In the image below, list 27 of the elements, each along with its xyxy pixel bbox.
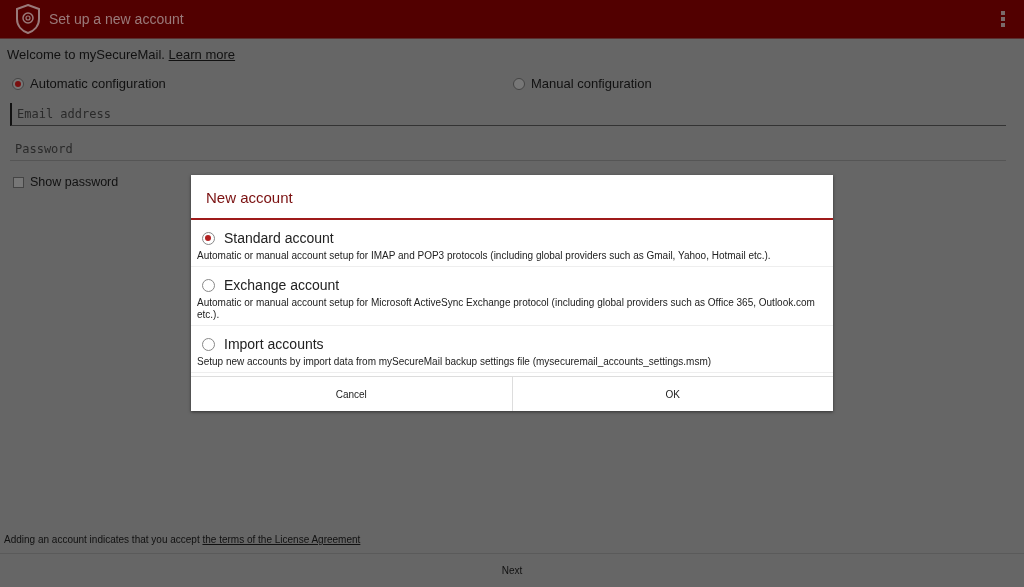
option-label: Import accounts [224,336,324,352]
license-link[interactable]: the terms of the License Agreement [202,534,361,545]
option-label: Exchange account [224,277,340,293]
radio-button[interactable] [513,77,525,90]
radio-button[interactable] [202,278,215,292]
overflow-menu-icon[interactable] [1000,11,1006,27]
license-text: Adding an account indicates that you accept the terms of the License Agreement [3,534,362,547]
radio-button[interactable] [202,337,215,351]
dialog-title: New account [191,175,833,220]
dialog-button[interactable]: OK [511,377,833,411]
input-field[interactable]: Email address [10,103,1006,126]
option-description: Automatic or manual account setup for IMAP and POP3 protocols (including global providers such as Gmail, Yahoo, Hotmail etc.). [197,250,772,262]
option-description: Setup new accounts by import data from mySecureMail backup settings file (mysecuremail_accounts_settings.msm) [197,356,713,368]
checkbox[interactable] [13,176,24,188]
option-label: Standard account [224,230,334,246]
checkbox-label: Show password [30,175,119,189]
option-label: Manual configuration [531,76,652,91]
shield-icon [15,4,41,34]
input-field[interactable]: Password [10,138,1006,161]
radio-button[interactable] [202,231,215,245]
option-description: Automatic or manual account setup for Microsoft ActiveSync Exchange protocol (including global providers such as Office 365, Outlook.com etc.). [197,297,816,321]
option-label: Automatic configuration [30,76,166,91]
app-title: Set up a new account [49,11,184,27]
learn-more-link[interactable]: Learn more [168,47,236,62]
dialog-button[interactable]: Cancel [191,377,512,411]
welcome-text: Welcome to mySecureMail. Learn more [6,46,237,62]
radio-button[interactable] [12,77,24,90]
